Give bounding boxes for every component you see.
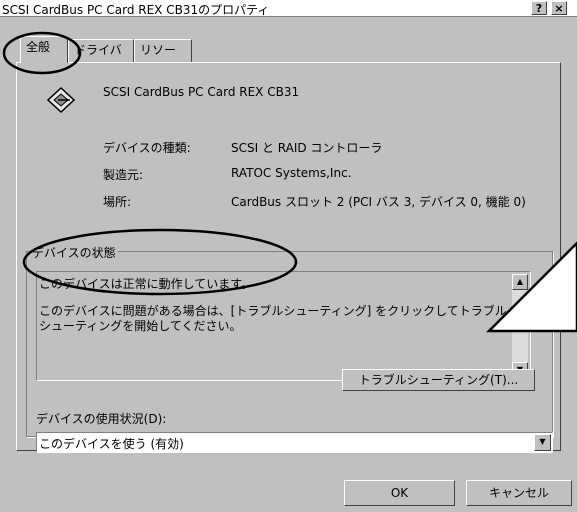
device-usage-select[interactable]: このデバイスを使う (有効) ▼ <box>36 432 553 453</box>
cancel-button[interactable]: キャンセル <box>466 480 572 506</box>
manufacturer-label: 製造元: <box>103 168 144 182</box>
device-status-title: デバイスの状態 <box>30 244 118 261</box>
device-name: SCSI CardBus PC Card REX CB31 <box>103 85 300 99</box>
tab-resources[interactable]: リソース <box>134 39 192 78</box>
scroll-up-arrow-icon[interactable]: ▲ <box>512 274 528 290</box>
status-line-1: このデバイスは正常に動作しています。 <box>39 277 254 291</box>
device-type-label: デバイスの種類: <box>103 141 191 155</box>
window-title: SCSI CardBus PC Card REX CB31のプロパティ <box>2 3 270 17</box>
scsi-device-icon <box>46 86 76 114</box>
device-type-value: SCSI と RAID コントローラ <box>231 141 383 155</box>
troubleshoot-button[interactable]: トラブルシューティング(T)... <box>342 369 535 391</box>
location-value: CardBus スロット 2 (PCI バス 3, デバイス 0, 機能 0) <box>231 195 526 209</box>
manufacturer-value: RATOC Systems,Inc. <box>231 166 352 180</box>
device-usage-label: デバイスの使用状況(D): <box>36 412 167 426</box>
title-bar: SCSI CardBus PC Card REX CB31のプロパティ ? × <box>0 0 577 17</box>
dropdown-arrow-icon[interactable]: ▼ <box>534 434 551 451</box>
location-label: 場所: <box>103 195 132 209</box>
properties-dialog: SCSI CardBus PC Card REX CB31のプロパティ ? × … <box>0 0 577 512</box>
ok-button[interactable]: OK <box>344 480 455 506</box>
status-scrollbar[interactable]: ▲ ▼ <box>512 274 528 378</box>
tab-driver[interactable]: ドライバ <box>68 39 134 62</box>
status-line-3: シューティングを開始してください。 <box>39 319 242 333</box>
device-usage-value: このデバイスを使う (有効) <box>39 437 184 451</box>
help-button[interactable]: ? <box>531 1 547 15</box>
device-status-text[interactable]: このデバイスは正常に動作しています。 このデバイスに問題がある場合は、[トラブル… <box>36 271 531 381</box>
tab-general[interactable]: 全般 <box>20 36 68 63</box>
close-button[interactable]: × <box>551 1 567 15</box>
